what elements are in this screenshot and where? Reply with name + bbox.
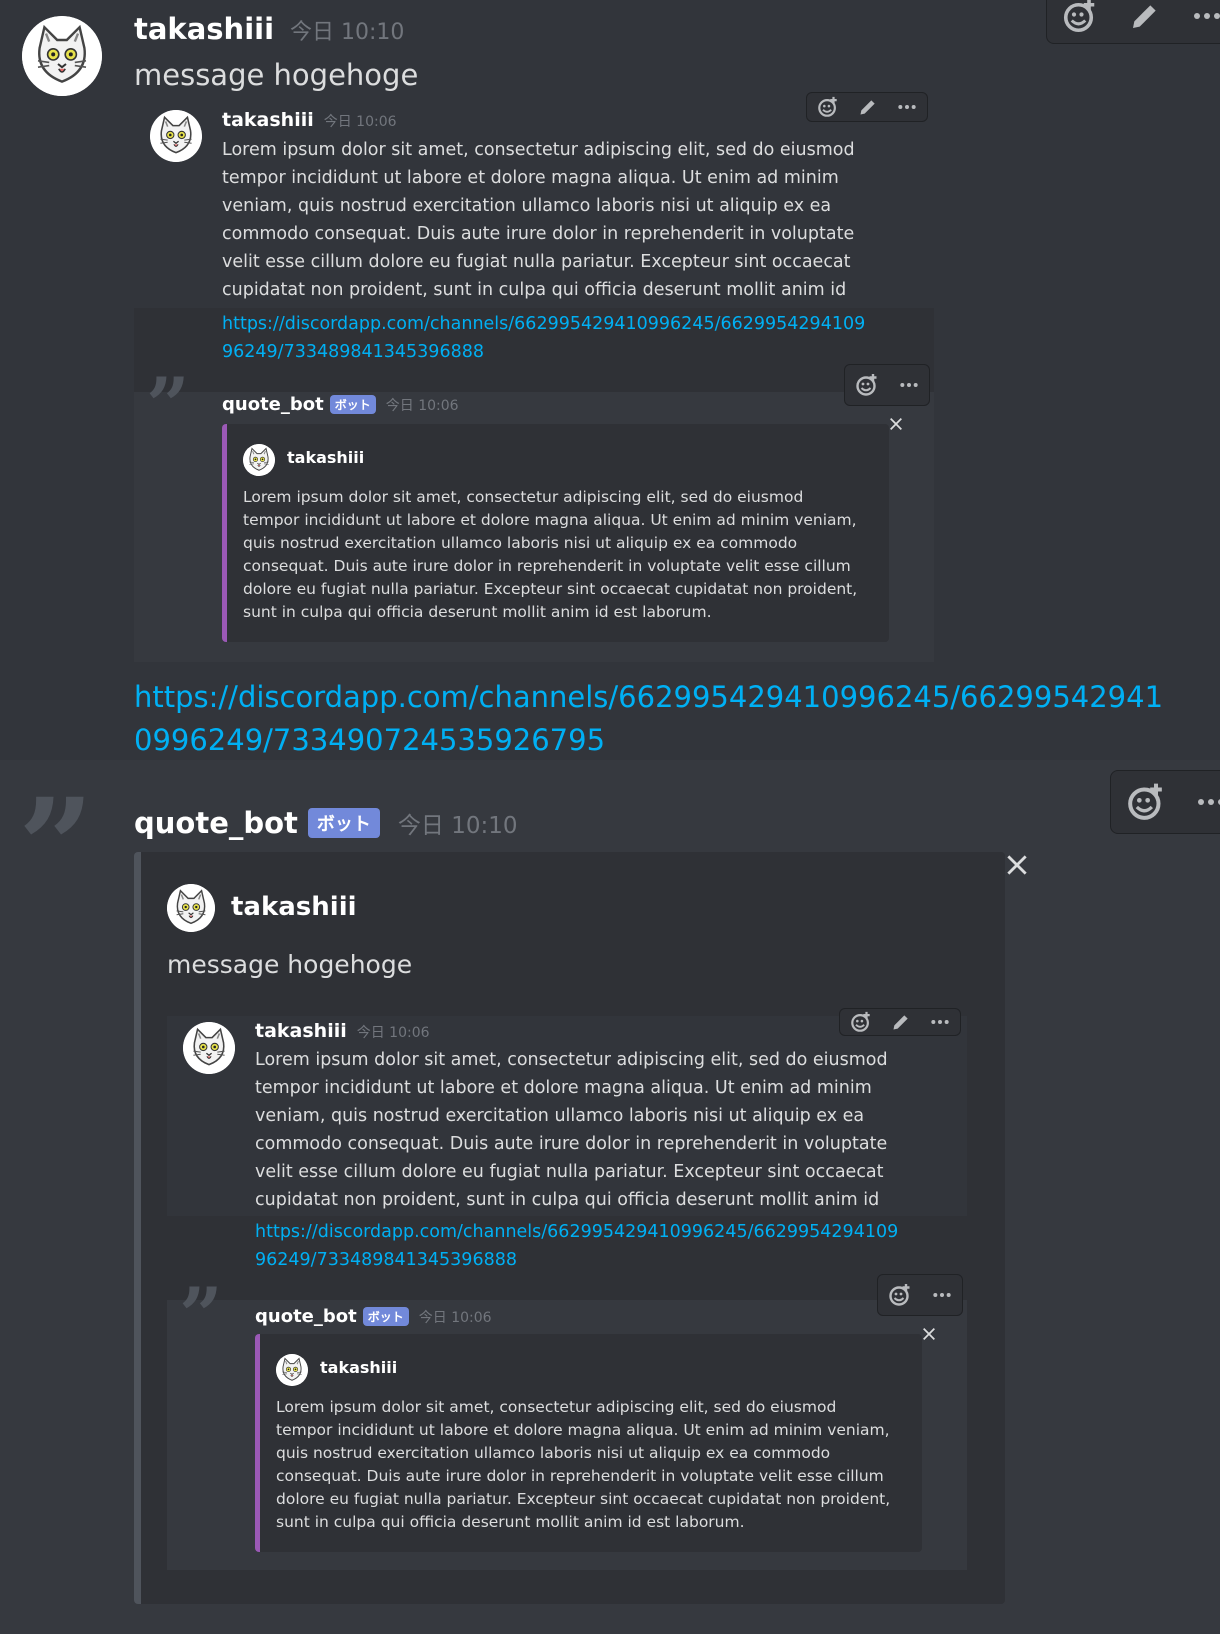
add-reaction-icon[interactable] (1126, 782, 1166, 822)
screenshot-bot-header: quote_bot ボット 今日 10:06 (222, 394, 459, 415)
message-content: message hogehoge (134, 58, 419, 92)
screenshot-timestamp: 今日 10:06 (356, 1025, 430, 1041)
message-actions-bar-2 (1110, 770, 1220, 834)
close-icon[interactable] (1004, 852, 1030, 882)
bot-badge: ボット (329, 395, 376, 414)
quote-icon: ” (179, 1271, 223, 1360)
screenshot-link: https://discordapp.com/channels/66299542… (255, 1222, 899, 1270)
author-avatar[interactable] (22, 16, 102, 96)
screenshot-bot-name: quote_bot (222, 394, 324, 415)
screenshot-bot-header: quote_bot ボット 今日 10:06 (255, 1306, 492, 1327)
timestamp: 今日 10:10 (290, 20, 405, 45)
bot-author-name[interactable]: quote_bot (134, 806, 298, 840)
timestamp: 今日 10:10 (397, 813, 518, 839)
cat-avatar-icon (22, 16, 102, 96)
screenshot-lorem: Lorem ipsum dolor sit amet, consectetur … (222, 140, 855, 328)
add-reaction-icon (855, 373, 879, 397)
quote-embed: takashiii message hogehoge takashiii 今日 … (134, 852, 1005, 1604)
embed-avatar (167, 884, 215, 932)
quote-icon: ” (146, 361, 190, 450)
message-link[interactable]: https://discordapp.com/channels/66299542… (134, 676, 1174, 762)
screenshot-quote-embed: takashiii Lorem ipsum dolor sit amet, co… (222, 424, 889, 642)
edit-icon[interactable] (1129, 0, 1161, 32)
cat-avatar-icon (167, 884, 215, 932)
cat-avatar-icon (276, 1354, 308, 1386)
edit-icon (858, 97, 878, 117)
screenshot-timestamp: 今日 10:06 (323, 114, 397, 130)
screenshot-header: takashiii 今日 10:06 (255, 1020, 430, 1042)
screenshot-author: takashiii (255, 1020, 347, 1042)
cat-avatar-icon (150, 110, 202, 162)
add-reaction-icon (888, 1283, 912, 1307)
add-reaction-icon[interactable] (1062, 0, 1098, 34)
embed-author: takashiii (320, 1358, 398, 1377)
more-icon (899, 375, 919, 395)
bot-badge: ボット (362, 1307, 409, 1326)
cat-avatar-icon (183, 1022, 235, 1074)
embed-author[interactable]: takashiii (231, 892, 357, 922)
add-reaction-icon (817, 96, 839, 118)
cat-avatar-icon (243, 444, 275, 476)
quote-icon: ” (18, 770, 94, 925)
edit-icon (891, 1012, 911, 1032)
close-icon (888, 416, 904, 436)
embed-author: takashiii (287, 448, 365, 467)
more-icon[interactable] (1192, 1, 1220, 31)
screenshot-bot-timestamp: 今日 10:06 (385, 397, 459, 414)
add-reaction-icon (850, 1011, 872, 1033)
more-icon[interactable] (1196, 787, 1220, 817)
screenshot-link: https://discordapp.com/channels/66299542… (222, 314, 866, 362)
more-icon (930, 1012, 950, 1032)
embed-image[interactable]: takashiii 今日 10:06 Lorem ipsum dolor sit… (167, 1008, 967, 1570)
screenshot-actions-bar (839, 1008, 961, 1036)
more-icon (932, 1285, 952, 1305)
embed-description: message hogehoge (167, 950, 413, 979)
attached-screenshot[interactable]: takashiii 今日 10:06 Lorem ipsum dolor sit… (134, 92, 934, 662)
screenshot-author: takashiii (222, 109, 314, 131)
screenshot-header: takashiii 今日 10:06 (222, 109, 397, 131)
screenshot-bot-actions-bar (844, 364, 930, 406)
screenshot-actions-bar (806, 92, 928, 122)
author-name[interactable]: takashiii (134, 12, 274, 46)
screenshot-bot-timestamp: 今日 10:06 (418, 1309, 492, 1326)
avatar (150, 110, 202, 162)
more-icon (897, 97, 917, 117)
embed-avatar (243, 444, 275, 476)
screenshot-quote-embed: takashiii Lorem ipsum dolor sit amet, co… (255, 1334, 922, 1552)
message-header-2: quote_bot ボット 今日 10:10 (134, 806, 518, 840)
message-header: takashiii 今日 10:10 (134, 12, 404, 56)
embed-lorem: Lorem ipsum dolor sit amet, consectetur … (243, 488, 858, 621)
embed-avatar (276, 1354, 308, 1386)
message-actions-bar (1046, 0, 1220, 44)
embed-lorem: Lorem ipsum dolor sit amet, consectetur … (276, 1398, 891, 1531)
bot-badge: ボット (307, 808, 380, 838)
screenshot-bot-actions-bar (877, 1274, 963, 1316)
avatar (183, 1022, 235, 1074)
screenshot-lorem: Lorem ipsum dolor sit amet, consectetur … (255, 1050, 888, 1238)
close-icon (921, 1326, 937, 1346)
screenshot-bot-name: quote_bot (255, 1306, 357, 1327)
